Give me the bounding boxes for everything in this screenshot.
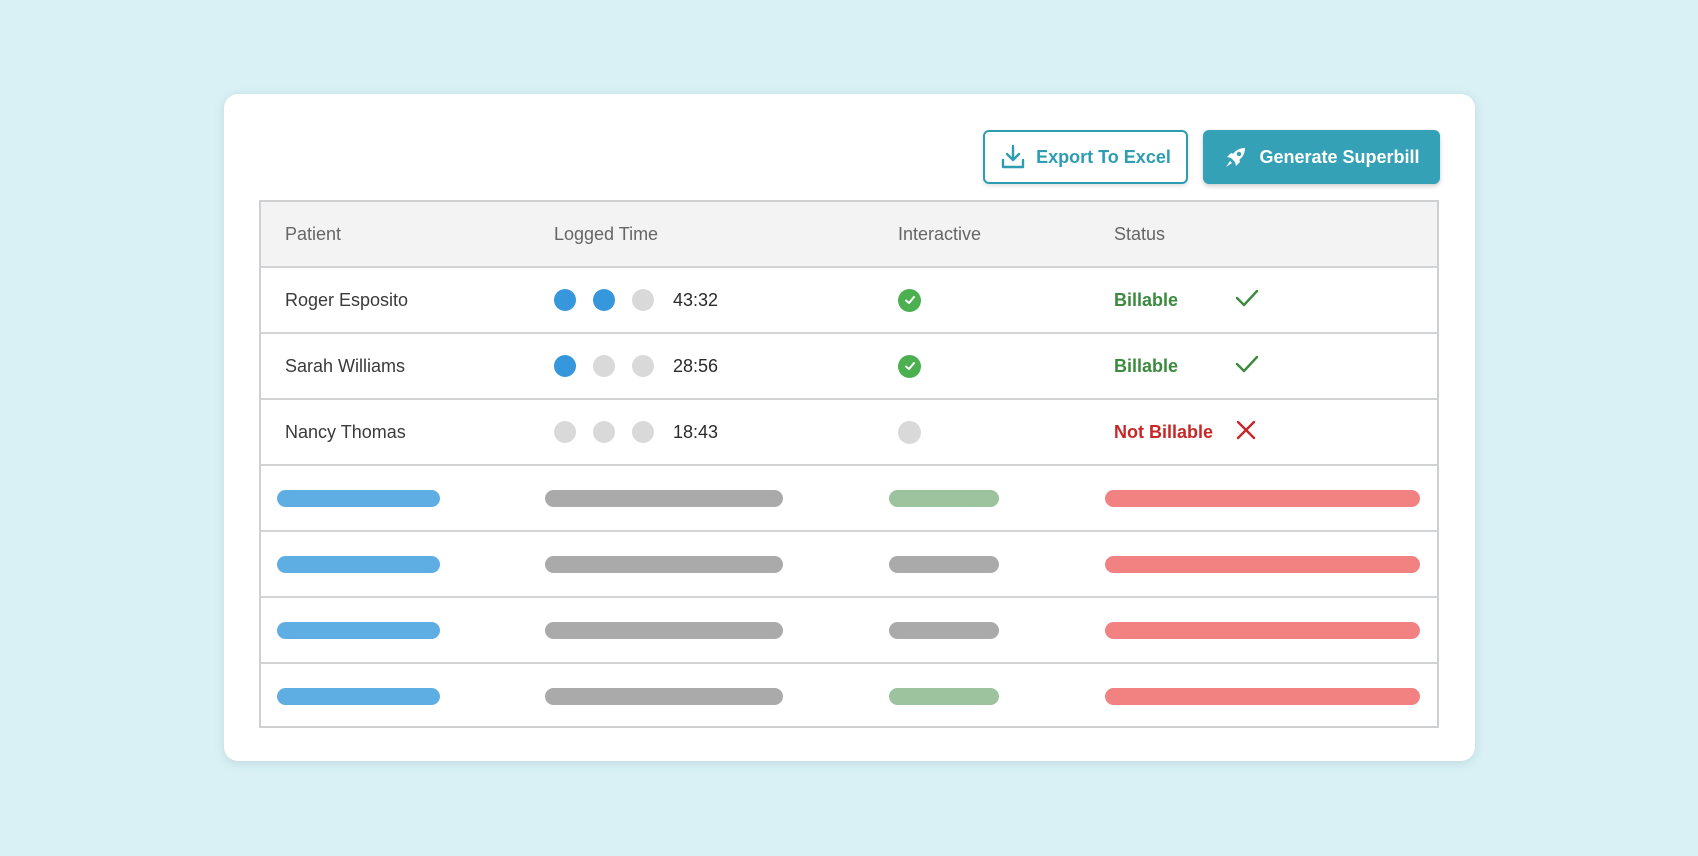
time-progress-dot — [632, 355, 654, 377]
check-icon — [1234, 353, 1260, 380]
header-patient[interactable]: Patient — [285, 202, 341, 266]
empty-circle-icon — [898, 420, 921, 444]
placeholder-row — [261, 598, 1437, 664]
placeholder-status-bar — [1105, 490, 1420, 507]
generate-button-label: Generate Superbill — [1259, 146, 1420, 167]
rocket-icon — [1223, 144, 1249, 170]
placeholder-patient-bar — [277, 688, 440, 705]
download-icon — [1000, 144, 1026, 170]
status-cell: Billable — [1114, 334, 1260, 398]
status-cell: Billable — [1114, 268, 1260, 332]
time-progress-dot — [593, 421, 615, 443]
logged-time: 18:43 — [554, 400, 718, 464]
placeholder-row — [261, 532, 1437, 598]
status-cell: Not Billable — [1114, 400, 1258, 464]
export-to-excel-button[interactable]: Export To Excel — [983, 130, 1188, 184]
placeholder-time-bar — [545, 490, 783, 507]
logged-time: 28:56 — [554, 334, 718, 398]
time-progress-dot — [593, 289, 615, 311]
placeholder-row — [261, 664, 1437, 730]
patient-name: Roger Esposito — [285, 289, 409, 310]
placeholder-time-bar — [545, 688, 783, 705]
interactive-cell — [898, 400, 921, 464]
placeholder-interactive-bar — [889, 622, 999, 639]
status-label: Billable — [1114, 355, 1179, 376]
export-button-label: Export To Excel — [1036, 146, 1171, 167]
patients-table: Patient Logged Time Interactive Status R… — [259, 200, 1439, 728]
table-header: Patient Logged Time Interactive Status — [261, 202, 1437, 268]
close-icon — [1234, 418, 1258, 447]
placeholder-patient-bar — [277, 622, 440, 639]
time-value: 18:43 — [673, 421, 719, 442]
placeholder-patient-bar — [277, 556, 440, 573]
header-logged-time[interactable]: Logged Time — [554, 202, 658, 266]
table-row[interactable]: Nancy Thomas 18:43 Not Billable — [261, 400, 1437, 466]
header-status[interactable]: Status — [1114, 202, 1165, 266]
placeholder-status-bar — [1105, 688, 1420, 705]
interactive-cell — [898, 268, 921, 332]
placeholder-time-bar — [545, 622, 783, 639]
logged-time: 43:32 — [554, 268, 718, 332]
placeholder-interactive-bar — [889, 556, 999, 573]
time-progress-dot — [632, 421, 654, 443]
check-circle-icon — [898, 354, 921, 378]
placeholder-row — [261, 466, 1437, 532]
time-progress-dot — [554, 421, 576, 443]
time-value: 28:56 — [673, 355, 719, 376]
time-progress-dot — [593, 355, 615, 377]
table-row[interactable]: Sarah Williams 28:56 Billable — [261, 334, 1437, 400]
time-progress-dot — [632, 289, 654, 311]
check-icon — [1234, 287, 1260, 314]
placeholder-interactive-bar — [889, 490, 999, 507]
interactive-cell — [898, 334, 921, 398]
status-label: Billable — [1114, 289, 1179, 310]
time-progress-dot — [554, 355, 576, 377]
superbill-card: Export To Excel Generate Superbill Patie… — [224, 94, 1475, 761]
header-interactive[interactable]: Interactive — [898, 202, 981, 266]
table-row[interactable]: Roger Esposito 43:32 Billable — [261, 268, 1437, 334]
placeholder-interactive-bar — [889, 688, 999, 705]
placeholder-status-bar — [1105, 622, 1420, 639]
placeholder-time-bar — [545, 556, 783, 573]
time-progress-dot — [554, 289, 576, 311]
check-circle-icon — [898, 288, 921, 312]
patient-name: Sarah Williams — [285, 355, 406, 376]
generate-superbill-button[interactable]: Generate Superbill — [1203, 130, 1440, 184]
placeholder-patient-bar — [277, 490, 440, 507]
patient-name: Nancy Thomas — [285, 421, 406, 442]
placeholder-status-bar — [1105, 556, 1420, 573]
status-label: Not Billable — [1114, 421, 1214, 442]
time-value: 43:32 — [673, 289, 719, 310]
